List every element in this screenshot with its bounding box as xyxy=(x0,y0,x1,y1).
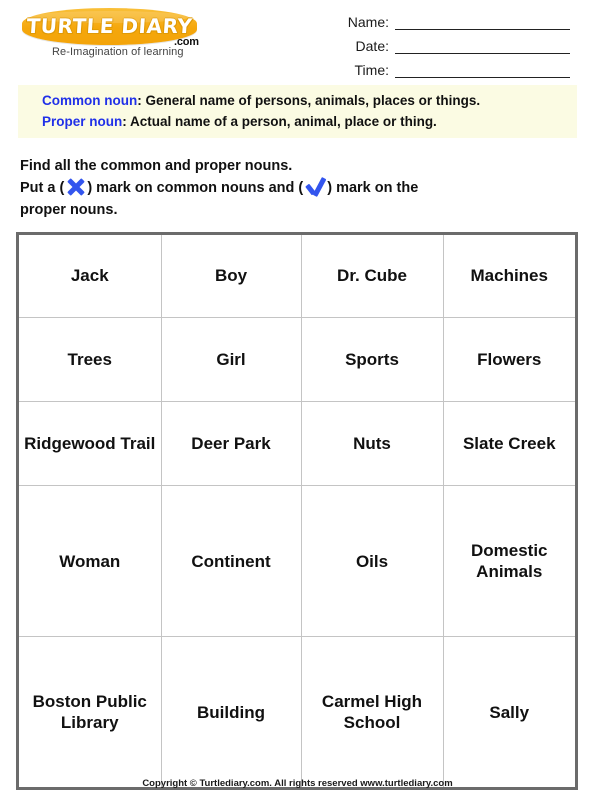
instruction-line-2-part-a: Put a ( xyxy=(20,180,65,196)
noun-cell[interactable]: Machines xyxy=(443,235,575,318)
date-field-label: Date: xyxy=(355,38,389,54)
name-field-blank[interactable] xyxy=(395,14,570,30)
noun-cell[interactable]: Boston Public Library xyxy=(19,636,162,787)
instruction-line-2-part-c: ) mark on the xyxy=(327,180,419,196)
table-row: Ridgewood Trail Deer Park Nuts Slate Cre… xyxy=(19,401,575,486)
logo-tagline: Re-Imagination of learning xyxy=(52,46,184,58)
instruction-line-2-part-b: ) mark on common nouns and ( xyxy=(87,180,304,196)
instructions-block: Find all the common and proper nouns. Pu… xyxy=(20,155,560,221)
noun-worksheet-table: Jack Boy Dr. Cube Machines Trees Girl Sp… xyxy=(16,232,578,790)
noun-cell[interactable]: Domestic Animals xyxy=(443,485,575,638)
instruction-line-2: Put a ( ) mark on common nouns and ( ) mar… xyxy=(20,177,560,199)
noun-cell[interactable]: Sports xyxy=(301,317,444,402)
time-field-label: Time: xyxy=(354,62,389,78)
table-row: Boston Public Library Building Carmel Hi… xyxy=(19,636,575,787)
noun-cell[interactable]: Oils xyxy=(301,485,444,638)
copyright-footer: Copyright © Turtlediary.com. All rights … xyxy=(142,778,453,789)
noun-cell[interactable]: Building xyxy=(161,636,302,787)
name-field-label: Name: xyxy=(347,14,389,30)
logo-banner-shape: TURTLE DIARY xyxy=(22,8,197,45)
proper-noun-description: : Actual name of a person, animal, place… xyxy=(122,114,437,129)
noun-cell[interactable]: Continent xyxy=(161,485,302,638)
noun-cell[interactable]: Flowers xyxy=(443,317,575,402)
noun-cell[interactable]: Carmel High School xyxy=(301,636,444,787)
noun-cell[interactable]: Ridgewood Trail xyxy=(19,401,162,486)
proper-noun-term: Proper noun xyxy=(42,114,123,129)
date-field-row: Date: xyxy=(300,32,570,54)
noun-cell[interactable]: Woman xyxy=(19,485,162,638)
noun-cell[interactable]: Deer Park xyxy=(161,401,302,486)
noun-cell[interactable]: Boy xyxy=(161,235,302,318)
common-noun-description: : General name of persons, animals, plac… xyxy=(137,93,481,108)
proper-noun-definition: Proper noun: Actual name of a person, an… xyxy=(18,111,577,132)
noun-cell[interactable]: Dr. Cube xyxy=(301,235,444,318)
noun-cell[interactable]: Sally xyxy=(443,637,575,787)
table-row: Trees Girl Sports Flowers xyxy=(19,317,575,402)
noun-cell[interactable]: Slate Creek xyxy=(443,401,575,486)
check-mark-icon xyxy=(305,177,325,196)
definition-box: Common noun: General name of persons, an… xyxy=(18,85,577,138)
common-noun-definition: Common noun: General name of persons, an… xyxy=(18,90,577,111)
noun-cell[interactable]: Girl xyxy=(161,317,302,402)
student-info-fields: Name: Date: Time: xyxy=(300,8,570,80)
table-row: Woman Continent Oils Domestic Animals xyxy=(19,485,575,638)
page-header: TURTLE DIARY .com Re-Imagination of lear… xyxy=(0,0,595,80)
noun-cell[interactable]: Nuts xyxy=(301,401,444,486)
noun-cell[interactable]: Jack xyxy=(19,235,162,318)
x-mark-icon xyxy=(66,178,85,197)
name-field-row: Name: xyxy=(300,8,570,30)
logo-wordmark: TURTLE DIARY xyxy=(25,14,194,38)
turtle-diary-logo[interactable]: TURTLE DIARY .com Re-Imagination of lear… xyxy=(22,8,227,58)
table-row: Jack Boy Dr. Cube Machines xyxy=(19,235,575,318)
time-field-row: Time: xyxy=(300,56,570,78)
time-field-blank[interactable] xyxy=(395,62,570,78)
instruction-line-1: Find all the common and proper nouns. xyxy=(20,158,293,174)
common-noun-term: Common noun xyxy=(42,93,138,108)
noun-cell[interactable]: Trees xyxy=(19,317,162,402)
date-field-blank[interactable] xyxy=(395,38,570,54)
instruction-line-3: proper nouns. xyxy=(20,202,118,218)
